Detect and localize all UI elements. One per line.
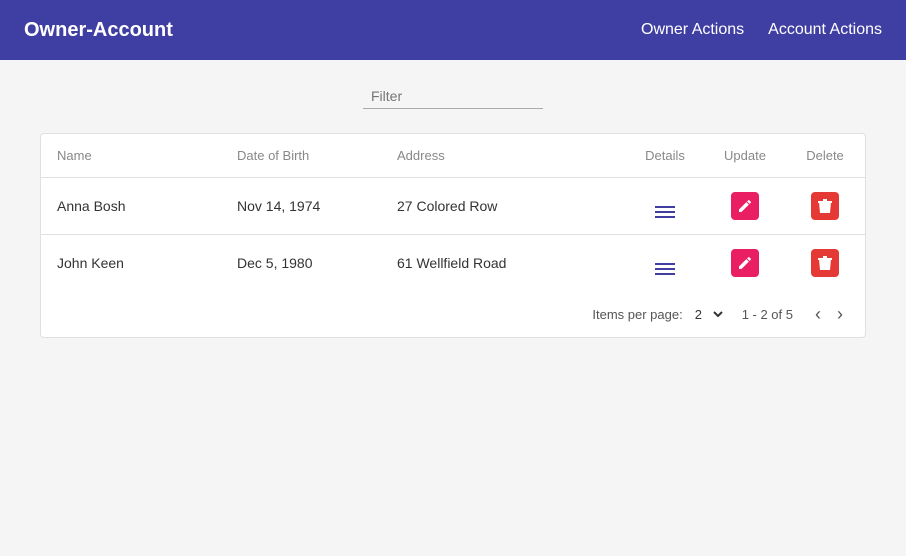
cell-dob: Dec 5, 1980 bbox=[221, 235, 381, 292]
delete-icon[interactable] bbox=[811, 249, 839, 277]
col-header-dob: Date of Birth bbox=[221, 134, 381, 178]
details-icon[interactable] bbox=[655, 206, 675, 218]
data-table: Name Date of Birth Address Details Updat… bbox=[41, 134, 865, 291]
cell-name: John Keen bbox=[41, 235, 221, 292]
update-icon[interactable] bbox=[731, 249, 759, 277]
cell-address: 61 Wellfield Road bbox=[381, 235, 625, 292]
items-per-page-select[interactable]: 251025 bbox=[691, 306, 726, 323]
page-navigation: ‹ › bbox=[809, 303, 849, 325]
cell-dob: Nov 14, 1974 bbox=[221, 178, 381, 235]
table-header-row: Name Date of Birth Address Details Updat… bbox=[41, 134, 865, 178]
items-per-page-label: Items per page: bbox=[592, 307, 682, 322]
update-icon[interactable] bbox=[731, 192, 759, 220]
header-actions: Owner Actions Account Actions bbox=[641, 21, 882, 39]
owner-actions-button[interactable]: Owner Actions bbox=[641, 21, 744, 39]
filter-container bbox=[40, 84, 866, 109]
main-content: Name Date of Birth Address Details Updat… bbox=[0, 60, 906, 362]
table-card: Name Date of Birth Address Details Updat… bbox=[40, 133, 866, 338]
prev-page-button[interactable]: ‹ bbox=[809, 303, 827, 325]
details-icon[interactable] bbox=[655, 263, 675, 275]
col-header-delete: Delete bbox=[785, 134, 865, 178]
cell-delete[interactable] bbox=[785, 178, 865, 235]
cell-delete[interactable] bbox=[785, 235, 865, 292]
cell-details[interactable] bbox=[625, 235, 705, 292]
cell-update[interactable] bbox=[705, 178, 785, 235]
app-title: Owner-Account bbox=[24, 19, 173, 42]
cell-update[interactable] bbox=[705, 235, 785, 292]
table-row: Anna Bosh Nov 14, 1974 27 Colored Row bbox=[41, 178, 865, 235]
page-range-info: 1 - 2 of 5 bbox=[742, 307, 793, 322]
cell-name: Anna Bosh bbox=[41, 178, 221, 235]
table-row: John Keen Dec 5, 1980 61 Wellfield Road bbox=[41, 235, 865, 292]
col-header-details: Details bbox=[625, 134, 705, 178]
cell-details[interactable] bbox=[625, 178, 705, 235]
col-header-update: Update bbox=[705, 134, 785, 178]
col-header-name: Name bbox=[41, 134, 221, 178]
app-header: Owner-Account Owner Actions Account Acti… bbox=[0, 0, 906, 60]
next-page-button[interactable]: › bbox=[831, 303, 849, 325]
cell-address: 27 Colored Row bbox=[381, 178, 625, 235]
filter-input[interactable] bbox=[363, 84, 543, 109]
pagination-bar: Items per page: 251025 1 - 2 of 5 ‹ › bbox=[41, 291, 865, 337]
account-actions-button[interactable]: Account Actions bbox=[768, 21, 882, 39]
items-per-page-control: Items per page: 251025 bbox=[592, 306, 725, 323]
delete-icon[interactable] bbox=[811, 192, 839, 220]
col-header-address: Address bbox=[381, 134, 625, 178]
